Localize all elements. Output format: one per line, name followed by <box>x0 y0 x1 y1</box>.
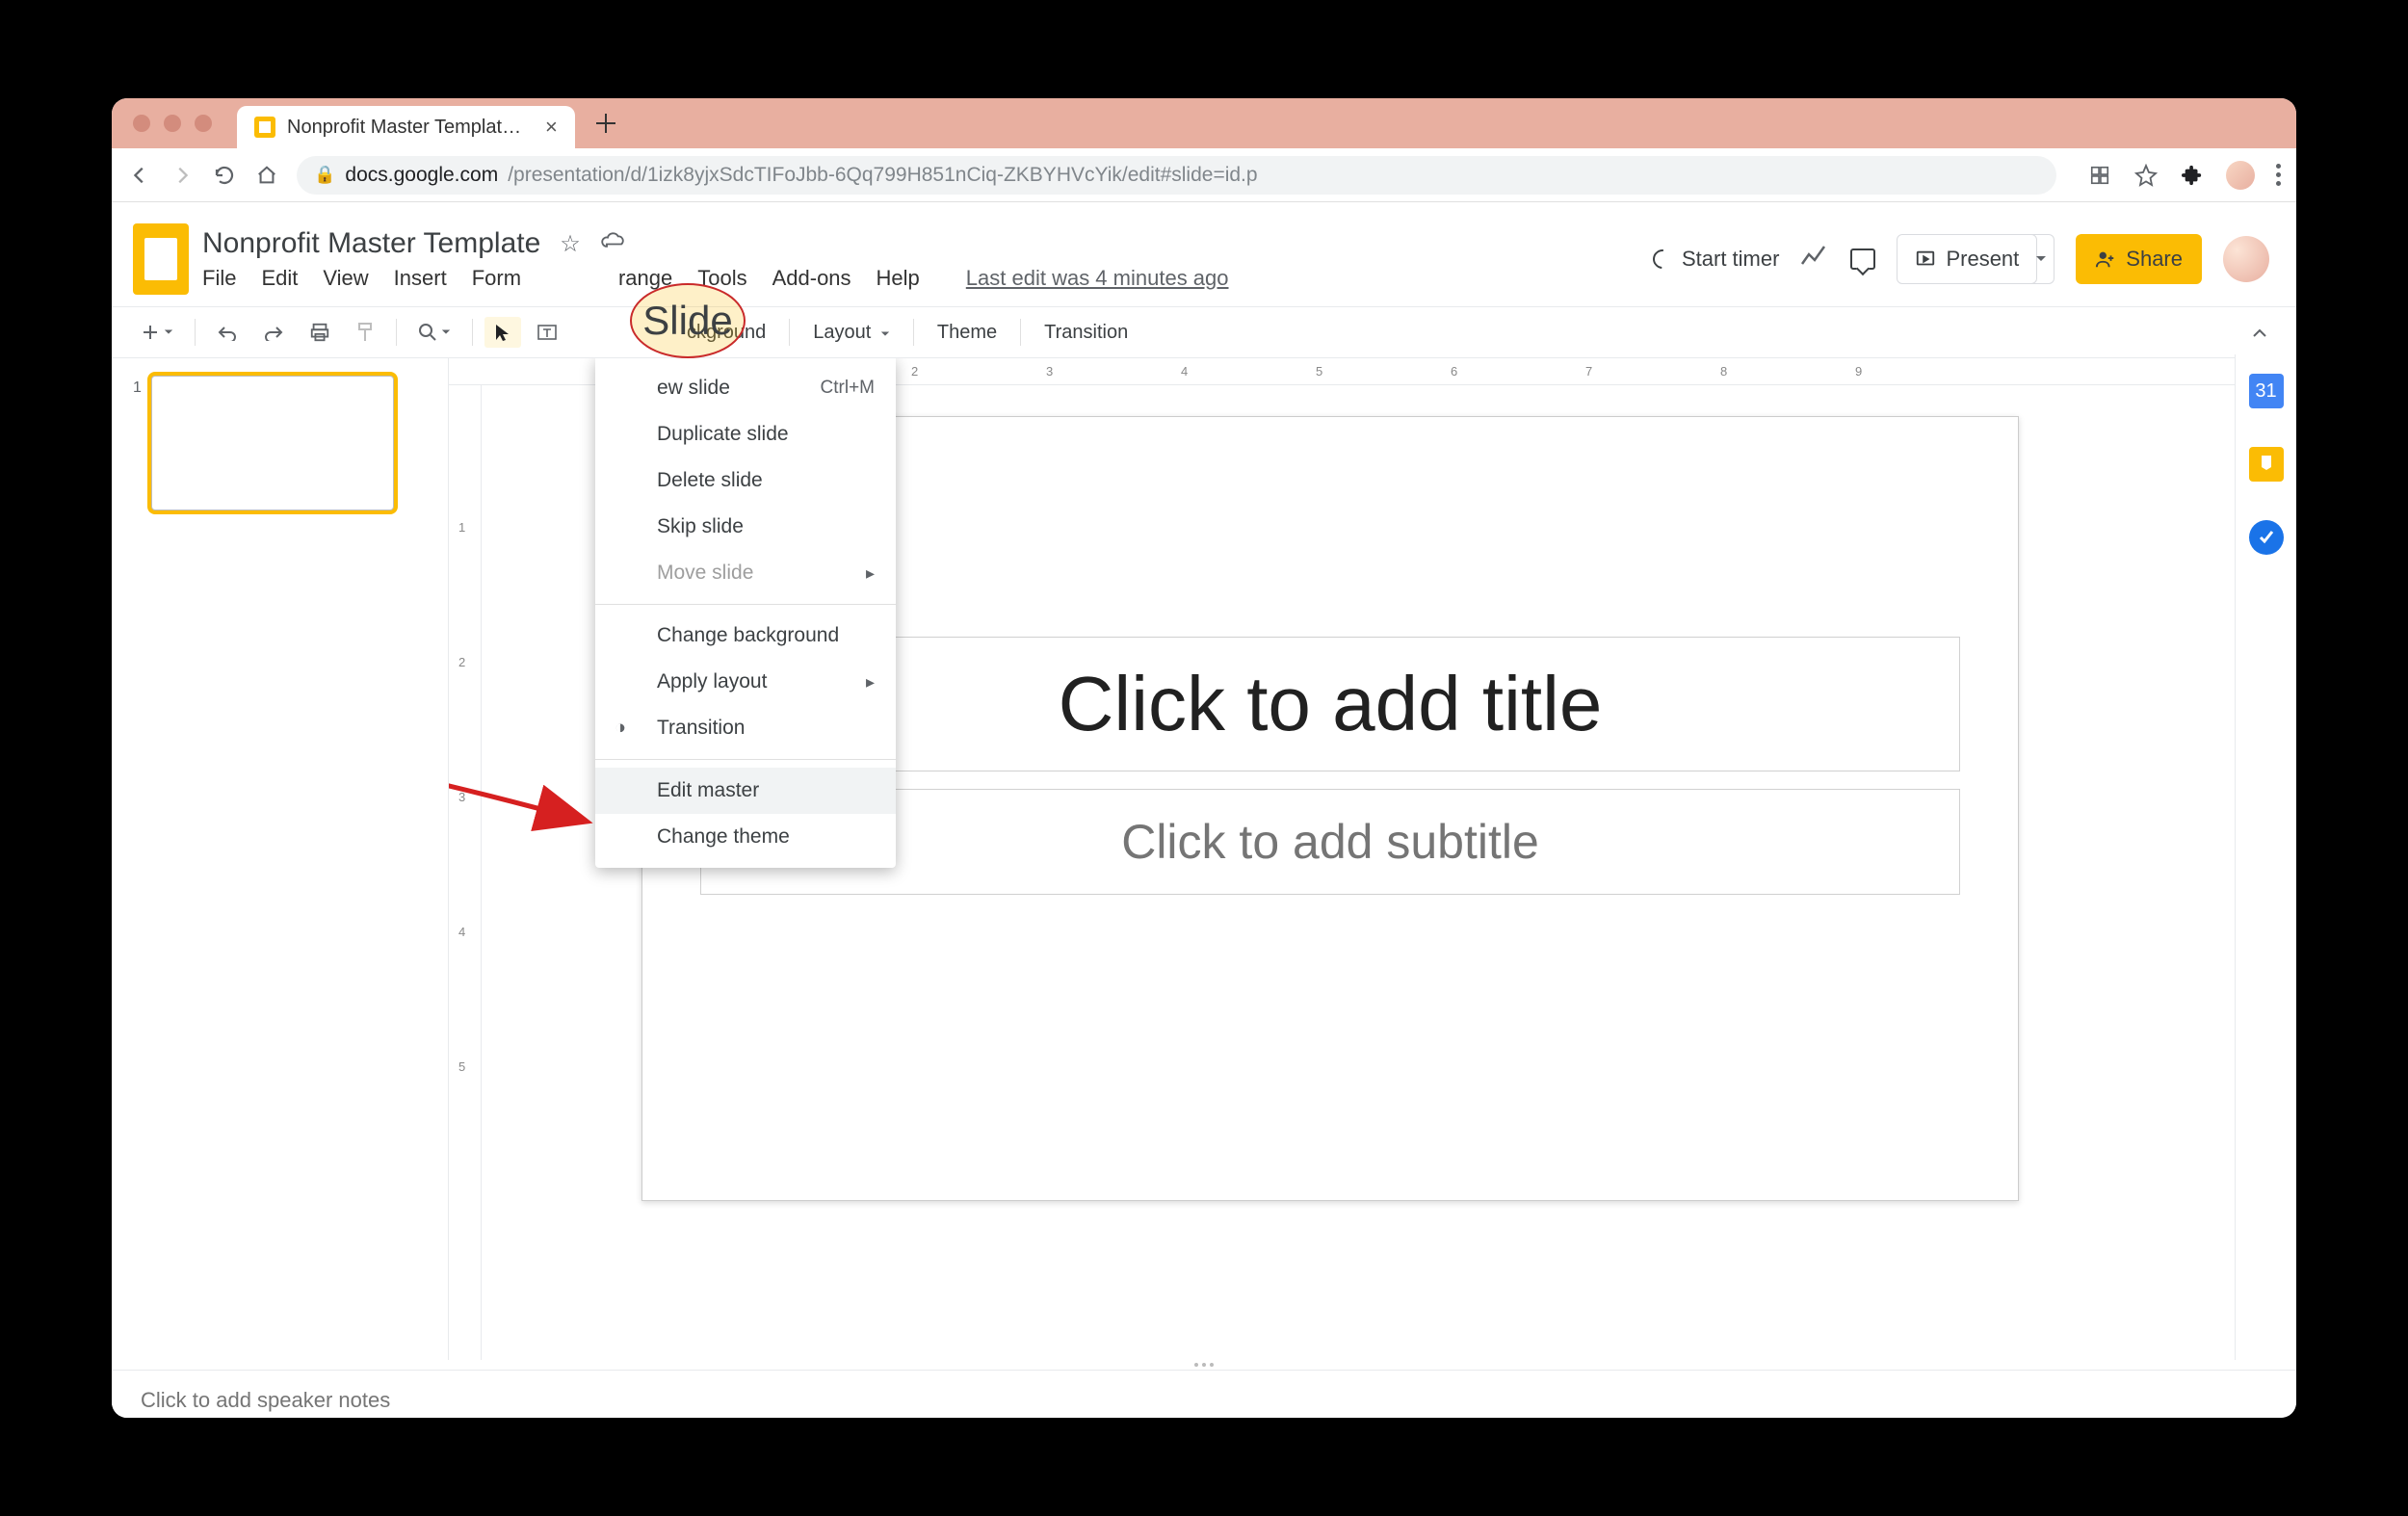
last-edit-link[interactable]: Last edit was 4 minutes ago <box>966 266 1229 291</box>
submenu-arrow-icon: ▸ <box>866 563 875 584</box>
present-dropdown[interactable] <box>2028 234 2055 284</box>
install-icon[interactable] <box>2087 163 2112 188</box>
toolbar-transition[interactable]: Transition <box>1033 316 1139 350</box>
browser-menu-icon[interactable] <box>2276 164 2281 186</box>
menu-change-background[interactable]: Change background <box>595 613 896 659</box>
notes-resize-handle[interactable] <box>112 1360 2296 1370</box>
reload-button[interactable] <box>212 163 237 188</box>
analytics-icon[interactable] <box>1800 244 1829 274</box>
redo-button[interactable] <box>253 318 294 347</box>
print-button[interactable] <box>300 316 340 349</box>
vertical-ruler: 1 2 3 4 5 <box>449 385 482 1360</box>
menu-change-theme[interactable]: Change theme <box>595 814 896 860</box>
subtitle-placeholder-text: Click to add subtitle <box>1121 814 1539 870</box>
zoom-button[interactable] <box>408 317 460 348</box>
maximize-window-icon[interactable] <box>195 115 212 132</box>
menu-file[interactable]: File <box>202 266 236 291</box>
menu-insert[interactable]: Insert <box>394 266 447 291</box>
comments-icon[interactable] <box>1850 248 1875 270</box>
tab-title: Nonprofit Master Template - G… <box>287 117 528 139</box>
textbox-tool[interactable] <box>527 317 567 348</box>
slide-thumbnail[interactable] <box>151 376 394 510</box>
address-bar[interactable]: 🔒 docs.google.com/presentation/d/1izk8yj… <box>297 156 2056 195</box>
close-tab-icon[interactable]: × <box>545 115 558 140</box>
forward-button[interactable] <box>170 163 195 188</box>
collapse-toolbar-icon[interactable] <box>2242 313 2277 353</box>
browser-tabbar: Nonprofit Master Template - G… × <box>112 98 2296 148</box>
menu-help[interactable]: Help <box>877 266 920 291</box>
minimize-window-icon[interactable] <box>164 115 181 132</box>
document-title[interactable]: Nonprofit Master Template <box>202 227 540 260</box>
menu-edit-master[interactable]: Edit master <box>595 768 896 814</box>
main-area: 1 1 2 3 4 5 6 7 8 9 1 2 3 4 5 <box>112 358 2296 1360</box>
share-button[interactable]: Share <box>2076 234 2202 284</box>
present-label: Present <box>1946 247 2019 272</box>
window-controls[interactable] <box>133 115 212 132</box>
close-window-icon[interactable] <box>133 115 150 132</box>
profile-avatar-icon[interactable] <box>2226 161 2255 190</box>
menu-new-slide[interactable]: ew slide Ctrl+M <box>595 365 896 411</box>
paint-format-button[interactable] <box>346 316 384 349</box>
new-tab-button[interactable] <box>596 114 615 133</box>
toolbar-layout[interactable]: Layout <box>801 316 902 350</box>
menu-view[interactable]: View <box>323 266 368 291</box>
share-label: Share <box>2126 247 2183 272</box>
account-avatar-icon[interactable] <box>2223 236 2269 282</box>
browser-window: Nonprofit Master Template - G… × 🔒 docs.… <box>112 98 2296 1418</box>
slide-dropdown-menu: ew slide Ctrl+M Duplicate slide Delete s… <box>595 358 896 868</box>
back-button[interactable] <box>127 163 152 188</box>
url-domain: docs.google.com <box>345 164 498 187</box>
lock-icon: 🔒 <box>314 165 335 185</box>
menu-format[interactable]: Form <box>472 266 521 291</box>
right-sidebar: 31 <box>2235 354 2296 1360</box>
speaker-notes[interactable]: Click to add speaker notes <box>112 1370 2296 1418</box>
home-button[interactable] <box>254 163 279 188</box>
menu-skip-slide[interactable]: Skip slide <box>595 504 896 550</box>
menu-transition[interactable]: ◑ Transition <box>595 705 896 751</box>
toolbar: ckground Layout Theme Transition <box>112 306 2296 358</box>
speaker-notes-placeholder: Click to add speaker notes <box>141 1388 390 1412</box>
menu-move-slide: Move slide ▸ <box>595 550 896 596</box>
submenu-arrow-icon: ▸ <box>866 672 875 693</box>
url-actions <box>2087 161 2281 190</box>
star-icon[interactable]: ☆ <box>560 230 581 258</box>
slide-menu-annotation: Slide <box>630 283 746 358</box>
present-button[interactable]: Present <box>1897 234 2037 284</box>
cloud-status-icon[interactable] <box>600 230 627 257</box>
tasks-addon-icon[interactable] <box>2249 520 2284 555</box>
menu-slide-label[interactable]: Slide <box>642 298 732 344</box>
thumbnail-panel: 1 <box>112 358 449 1360</box>
thumbnail-number: 1 <box>133 379 142 510</box>
transition-icon: ◑ <box>615 718 626 740</box>
slide-canvas-area: 1 2 3 4 5 6 7 8 9 1 2 3 4 5 Click to add… <box>449 358 2296 1360</box>
menu-edit[interactable]: Edit <box>261 266 298 291</box>
bookmark-icon[interactable] <box>2133 163 2159 188</box>
menu-delete-slide[interactable]: Delete slide <box>595 457 896 504</box>
keep-addon-icon[interactable] <box>2249 447 2284 482</box>
select-tool[interactable] <box>484 317 521 348</box>
menu-addons[interactable]: Add-ons <box>772 266 851 291</box>
browser-tab[interactable]: Nonprofit Master Template - G… × <box>237 106 575 148</box>
extension-icon[interactable] <box>2180 163 2205 188</box>
menu-duplicate-slide[interactable]: Duplicate slide <box>595 411 896 457</box>
browser-toolbar: 🔒 docs.google.com/presentation/d/1izk8yj… <box>112 148 2296 202</box>
timer-icon <box>1649 246 1676 273</box>
start-timer-label: Start timer <box>1682 247 1779 272</box>
menu-apply-layout[interactable]: Apply layout ▸ <box>595 659 896 705</box>
title-placeholder-text: Click to add title <box>1059 660 1603 748</box>
slides-logo-icon[interactable] <box>133 223 189 295</box>
slides-favicon <box>254 117 275 138</box>
calendar-addon-icon[interactable]: 31 <box>2249 374 2284 408</box>
url-path: /presentation/d/1izk8yjxSdcTIFoJbb-6Qq79… <box>508 164 1257 187</box>
new-slide-button[interactable] <box>131 317 183 348</box>
document-header: Nonprofit Master Template ☆ File Edit Vi… <box>112 202 2296 306</box>
start-timer-button[interactable]: Start timer <box>1653 247 1779 272</box>
toolbar-theme[interactable]: Theme <box>926 316 1008 350</box>
undo-button[interactable] <box>207 318 248 347</box>
